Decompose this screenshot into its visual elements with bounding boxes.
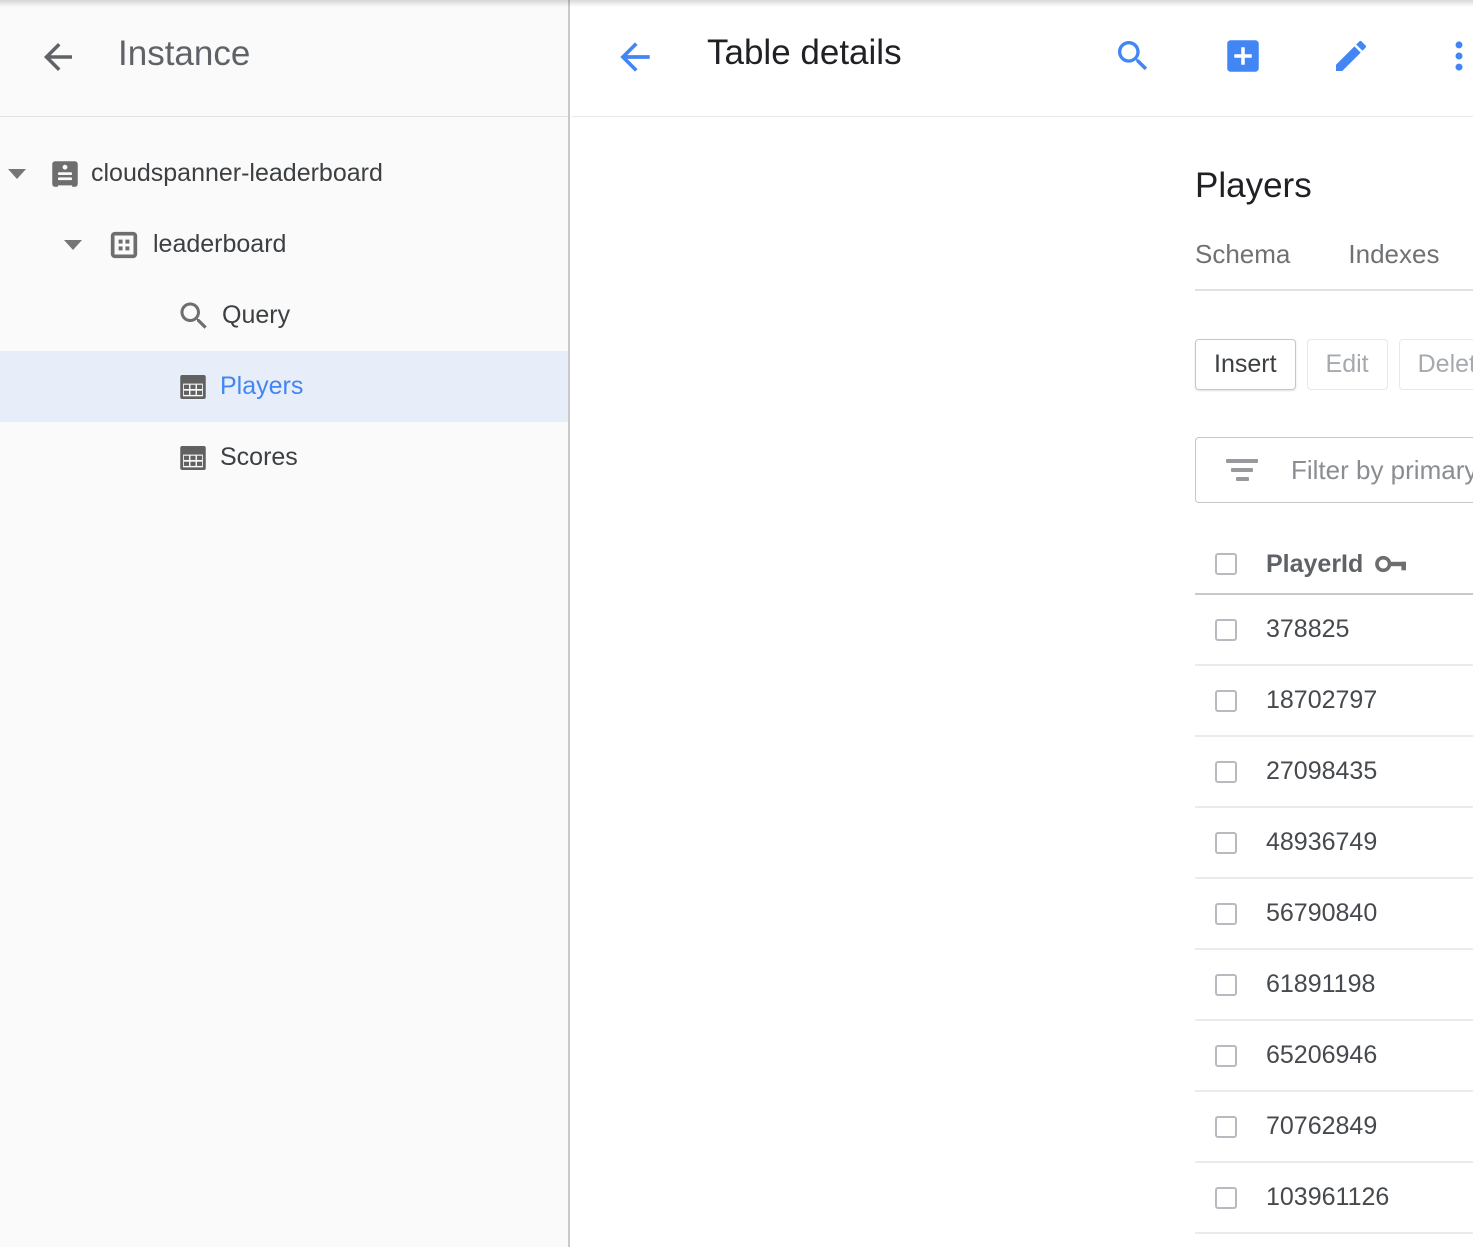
page-header-title: Table details: [707, 33, 902, 73]
back-icon[interactable]: [612, 34, 658, 80]
table-body: 378825 Player 46 18702797 Player 66 2709…: [1195, 595, 1473, 1234]
tree-item-query[interactable]: Query: [0, 280, 568, 351]
collapse-caret-icon[interactable]: [8, 169, 26, 179]
table-row[interactable]: 103961126 Player 70: [1195, 1163, 1473, 1234]
resource-tree: cloudspanner-leaderboard leaderboard Que…: [0, 138, 568, 493]
sidebar: Instance cloudspanner-leaderboard: [0, 0, 570, 1247]
table-row[interactable]: 56790840 Player 49: [1195, 879, 1473, 950]
player-id-cell: 27098435: [1266, 757, 1473, 786]
table-icon: [176, 370, 210, 404]
row-checkbox[interactable]: [1215, 761, 1237, 783]
row-checkbox[interactable]: [1215, 1045, 1237, 1067]
more-vert-icon[interactable]: [1436, 33, 1473, 79]
row-checkbox[interactable]: [1215, 832, 1237, 854]
filter-input[interactable]: Filter by primary key: [1195, 437, 1473, 503]
filter-list-icon: [1226, 459, 1258, 481]
row-checkbox[interactable]: [1215, 690, 1237, 712]
select-all-checkbox[interactable]: [1215, 553, 1237, 575]
add-icon[interactable]: [1220, 33, 1266, 79]
tab-bar: Schema Indexes Data: [1195, 239, 1473, 286]
instance-icon: [48, 157, 82, 191]
table-icon: [176, 441, 210, 475]
player-id-cell: 61891198: [1266, 970, 1473, 999]
tab-divider: [1195, 289, 1473, 291]
row-checkbox[interactable]: [1215, 1116, 1237, 1138]
tree-item-database[interactable]: leaderboard: [0, 209, 568, 280]
table-row[interactable]: 70762849 Player 77: [1195, 1092, 1473, 1163]
tree-item-instance[interactable]: cloudspanner-leaderboard: [0, 138, 568, 209]
tree-item-scores[interactable]: Scores: [0, 422, 568, 493]
search-icon: [176, 298, 212, 334]
column-header-label: PlayerId: [1266, 550, 1363, 579]
main-panel: Table details Players Schema Indexes Dat…: [572, 0, 1473, 1247]
tree-item-players[interactable]: Players: [0, 351, 568, 422]
table-header-row: PlayerId PlayerName: [1195, 535, 1473, 595]
player-id-cell: 65206946: [1266, 1041, 1473, 1070]
column-header-playerid: PlayerId: [1266, 550, 1473, 579]
row-checkbox[interactable]: [1215, 974, 1237, 996]
sidebar-header: Instance: [0, 0, 568, 117]
back-icon[interactable]: [36, 35, 80, 79]
primary-key-icon: [1375, 554, 1408, 574]
player-id-cell: 70762849: [1266, 1112, 1473, 1141]
player-id-cell: 18702797: [1266, 686, 1473, 715]
tab-indexes[interactable]: Indexes: [1348, 239, 1439, 286]
collapse-caret-icon[interactable]: [64, 240, 82, 250]
row-checkbox[interactable]: [1215, 619, 1237, 641]
row-action-buttons: Insert Edit Delete: [1195, 339, 1473, 390]
table-row[interactable]: 48936749 Player 74: [1195, 808, 1473, 879]
table-row[interactable]: 378825 Player 46: [1195, 595, 1473, 666]
data-table: PlayerId PlayerName 378825 Player 46 187…: [1195, 535, 1473, 1234]
table-row[interactable]: 18702797 Player 66: [1195, 666, 1473, 737]
table-row[interactable]: 65206946 Player 34: [1195, 1021, 1473, 1092]
tree-item-label: leaderboard: [153, 230, 286, 259]
tree-item-label: Scores: [220, 443, 298, 472]
edit-button[interactable]: Edit: [1307, 339, 1388, 390]
player-id-cell: 56790840: [1266, 899, 1473, 928]
row-checkbox[interactable]: [1215, 903, 1237, 925]
player-id-cell: 103961126: [1266, 1183, 1473, 1212]
sidebar-title: Instance: [118, 34, 250, 74]
table-name-title: Players: [1195, 166, 1312, 206]
player-id-cell: 378825: [1266, 615, 1473, 644]
search-icon[interactable]: [1110, 33, 1156, 79]
insert-button[interactable]: Insert: [1195, 339, 1296, 390]
table-row[interactable]: 61891198 Player 19: [1195, 950, 1473, 1021]
edit-icon[interactable]: [1328, 33, 1374, 79]
delete-button[interactable]: Delete: [1399, 339, 1473, 390]
tab-schema[interactable]: Schema: [1195, 239, 1290, 286]
row-checkbox[interactable]: [1215, 1187, 1237, 1209]
player-id-cell: 48936749: [1266, 828, 1473, 857]
tree-item-label: Players: [220, 372, 303, 401]
tree-item-label: Query: [222, 301, 290, 330]
table-row[interactable]: 27098435 Player 5: [1195, 737, 1473, 808]
main-header: Table details: [572, 0, 1473, 117]
tree-item-label: cloudspanner-leaderboard: [91, 159, 383, 188]
filter-placeholder: Filter by primary key: [1291, 455, 1473, 486]
database-icon: [107, 228, 141, 262]
